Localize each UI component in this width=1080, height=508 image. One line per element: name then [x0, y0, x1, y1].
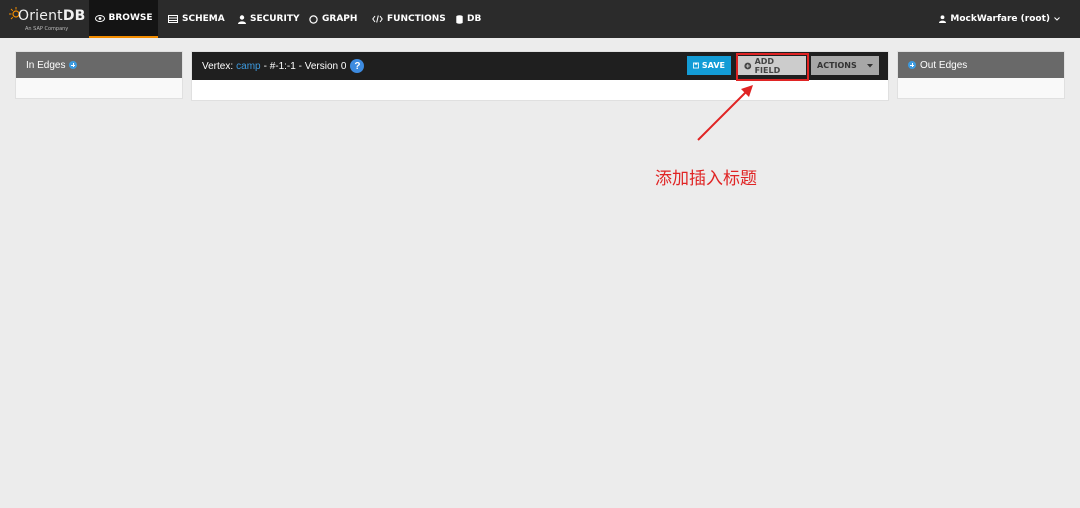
nav-db-label: DB — [467, 14, 482, 24]
nav-security[interactable]: SECURITY — [238, 0, 299, 38]
caret-down-icon — [867, 63, 873, 67]
vertex-rid: - #-1:-1 - Version 0 — [263, 60, 347, 72]
user-icon — [238, 14, 246, 24]
add-in-edge-icon[interactable] — [69, 61, 78, 69]
orientdb-logo[interactable]: OrientDB An SAP Company — [8, 3, 85, 35]
nav-functions[interactable]: FUNCTIONS — [372, 0, 446, 38]
nav-db[interactable]: DB — [456, 0, 481, 38]
eye-icon — [94, 14, 105, 22]
brand-name: OrientDB — [18, 8, 86, 24]
out-edges-header: Out Edges — [898, 52, 1064, 78]
user-menu[interactable]: MockWarfare (root) — [939, 0, 1060, 38]
vertex-class-link[interactable]: camp — [236, 61, 260, 72]
in-edges-title: In Edges — [26, 59, 66, 71]
nav-graph[interactable]: GRAPH — [309, 0, 357, 38]
annotation-note: 添加插入标题 — [655, 169, 757, 189]
database-icon — [456, 14, 463, 24]
nav-browse-label: BROWSE — [108, 13, 153, 23]
out-edges-title: Out Edges — [920, 59, 968, 71]
actions-dropdown[interactable]: ACTIONS — [811, 56, 879, 75]
save-label: SAVE — [701, 61, 725, 70]
circle-icon — [309, 14, 318, 24]
user-name: MockWarfare (root) — [950, 14, 1050, 24]
annotation-highlight-box — [736, 53, 809, 81]
in-edges-header: In Edges — [16, 52, 182, 78]
vertex-prefix: Vertex: — [202, 60, 234, 72]
user-icon — [939, 15, 947, 23]
nav-functions-label: FUNCTIONS — [387, 14, 446, 24]
in-edges-panel: In Edges — [15, 51, 183, 99]
chevron-down-icon — [1054, 17, 1060, 21]
floppy-icon — [693, 62, 699, 69]
nav-graph-label: GRAPH — [322, 14, 358, 24]
brand-subtitle: An SAP Company — [25, 26, 69, 32]
nav-schema[interactable]: SCHEMA — [168, 0, 225, 38]
actions-label: ACTIONS — [817, 61, 857, 70]
annotation-arrow-icon — [697, 85, 753, 141]
top-navbar: OrientDB An SAP Company BROWSE SCHEMA SE… — [0, 0, 1080, 38]
out-edges-panel: Out Edges — [897, 51, 1065, 99]
save-button[interactable]: SAVE — [687, 56, 731, 75]
code-icon — [372, 15, 383, 23]
table-icon — [168, 15, 178, 23]
add-out-edge-icon[interactable] — [908, 61, 916, 69]
help-icon[interactable]: ? — [350, 59, 365, 73]
nav-security-label: SECURITY — [250, 14, 300, 24]
nav-schema-label: SCHEMA — [182, 14, 225, 24]
nav-browse[interactable]: BROWSE — [89, 0, 158, 38]
